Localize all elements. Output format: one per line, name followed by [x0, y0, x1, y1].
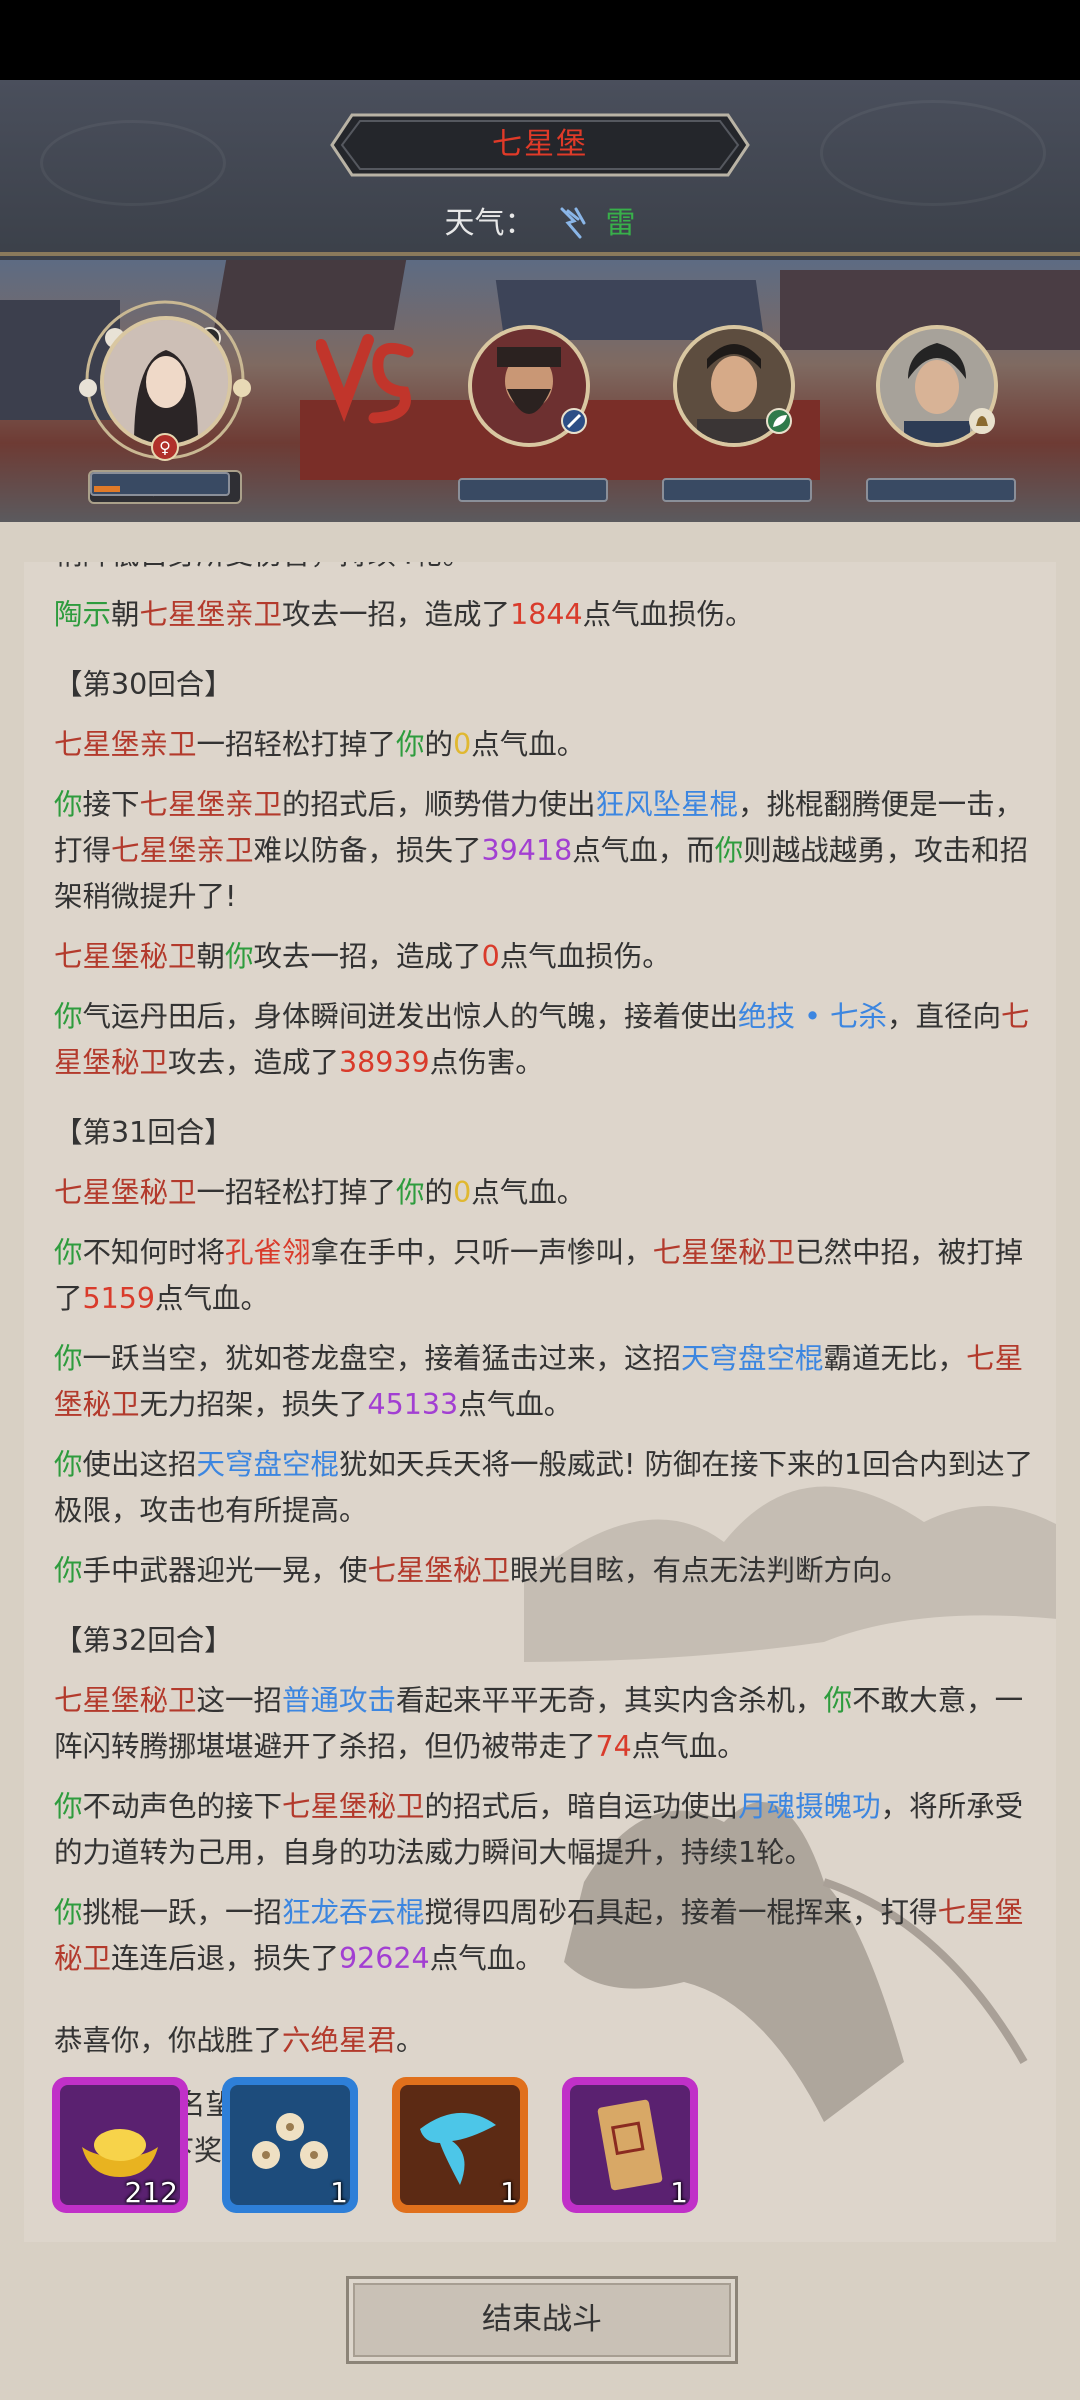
log-line: 陶示朝七星堡亲卫攻去一招，造成了1844点气血损伤。 [54, 598, 754, 631]
log-line: 你一跃当空，犹如苍龙盘空，接着猛击过来，这招天穹盘空棍霸道无比，七星堡秘卫无力招… [54, 1342, 1024, 1421]
thunder-icon [554, 205, 590, 241]
battle-log-panel[interactable]: 稍降低自身所受伤害，持续4轮。 陶示朝七星堡亲卫攻去一招，造成了1844点气血损… [24, 562, 1056, 2242]
player-portrait [100, 316, 232, 448]
reward-quantity: 1 [500, 2176, 518, 2209]
enemy-hp-bar [662, 478, 812, 502]
enemy-card[interactable] [460, 325, 610, 465]
decor-swirl [40, 120, 226, 206]
vs-icon [316, 334, 414, 424]
log-line: 你气运丹田后，身体瞬间迸发出惊人的气魄，接着使出绝技 • 七杀，直径向七星堡秘卫… [54, 1000, 1030, 1079]
enemy-hp-bar [866, 478, 1016, 502]
victory-line: 恭喜你，你战胜了六绝星君。 [54, 2024, 425, 2057]
round-header: 【第31回合】 [54, 1116, 233, 1149]
log-line: 你不动声色的接下七星堡秘卫的招式后，暗自运功使出月魂摄魄功，将所承受的力道转为己… [54, 1790, 1024, 1869]
reward-quantity: 212 [124, 2176, 178, 2209]
gender-female-icon: ♀ [151, 433, 179, 461]
round-header: 【第32回合】 [54, 1624, 233, 1657]
svg-text:♀: ♀ [159, 438, 171, 457]
reward-quantity: 1 [670, 2176, 688, 2209]
bell-class-icon [969, 408, 995, 434]
log-line: 七星堡亲卫一招轻松打掉了你的0点气血。 [54, 728, 586, 761]
round-header: 【第30回合】 [54, 668, 233, 701]
log-line: 稍降低自身所受伤害，持续4轮。 [54, 562, 1044, 578]
log-line: 七星堡秘卫朝你攻去一招，造成了0点气血损伤。 [54, 940, 671, 973]
enemy-card[interactable] [868, 325, 1018, 465]
reward-slot[interactable]: 212 [52, 2077, 188, 2213]
log-line: 七星堡秘卫这一招普通攻击看起来平平无奇，其实内含杀机，你不敢大意，一阵闪转腾挪堪… [54, 1684, 1024, 1763]
enemy-card[interactable] [665, 325, 815, 465]
sword-class-icon [561, 408, 587, 434]
weather-row: 天气： 雷 [0, 198, 1080, 242]
log-line: 你手中武器迎光一晃，使七星堡秘卫眼光目眩，有点无法判断方向。 [54, 1554, 910, 1587]
log-line: 你不知何时将孔雀翎拿在手中，只听一声惨叫，七星堡秘卫已然中招，被打掉了5159点… [54, 1236, 1024, 1315]
reward-quantity: 1 [330, 2176, 348, 2209]
reward-slot[interactable]: 1 [392, 2077, 528, 2213]
location-plate: 七星堡 [330, 113, 750, 177]
log-line: 你使出这招天穹盘空棍犹如天兵天将一般威武! 防御在接下来的1回合内到达了极限，攻… [54, 1448, 1034, 1527]
divider [0, 252, 1080, 256]
weather-value: 雷 [605, 206, 636, 241]
rewards-row: 212 1 1 1 [52, 2077, 1052, 2217]
player-card[interactable]: ♀ 风眠弱水 [70, 290, 260, 504]
status-bar [0, 0, 1080, 80]
reward-slot[interactable]: 1 [222, 2077, 358, 2213]
battle-arena: ♀ 风眠弱水 [0, 260, 1080, 522]
player-rage-fill [94, 486, 120, 492]
battle-header: 七星堡 天气： 雷 [0, 80, 1080, 260]
decor-swirl [820, 100, 1046, 206]
log-line: 七星堡秘卫一招轻松打掉了你的0点气血。 [54, 1176, 586, 1209]
reward-slot[interactable]: 1 [562, 2077, 698, 2213]
player-hp-bar [90, 472, 230, 496]
leaf-class-icon [766, 408, 792, 434]
enemy-hp-bar [458, 478, 608, 502]
end-battle-button[interactable]: 结束战斗 [346, 2276, 738, 2364]
log-line: 你挑棍一跃，一招狂龙吞云棍搅得四周砂石具起，接着一棍挥来，打得七星堡秘卫连连后退… [54, 1896, 1024, 1975]
weather-label: 天气： [444, 206, 535, 241]
battle-log: 稍降低自身所受伤害，持续4轮。 陶示朝七星堡亲卫攻去一招，造成了1844点气血损… [54, 562, 1044, 2188]
location-title: 七星堡 [492, 127, 588, 162]
log-line: 你接下七星堡亲卫的招式后，顺势借力使出狂风坠星棍，挑棍翻腾便是一击，打得七星堡亲… [54, 788, 1029, 913]
